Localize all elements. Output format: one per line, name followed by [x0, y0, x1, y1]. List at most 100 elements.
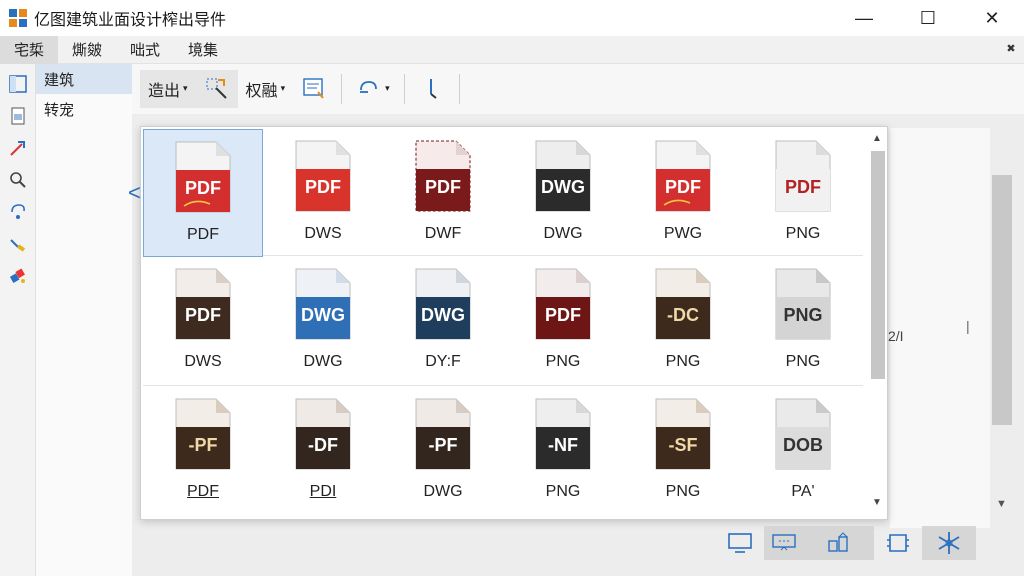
- gallery-scrollbar[interactable]: ▲ ▼: [867, 129, 887, 517]
- select-tool-button[interactable]: [195, 70, 238, 108]
- popup-back-icon[interactable]: <: [128, 180, 141, 206]
- file-badge-text: PDF: [425, 177, 461, 197]
- file-icon: PDF: [294, 139, 352, 213]
- frame-button[interactable]: [878, 526, 918, 560]
- rotate-icon: [360, 81, 377, 93]
- file-icon: DOB: [774, 397, 832, 471]
- rotate-dropdown-button[interactable]: ▾: [348, 70, 398, 108]
- side-scrollbar[interactable]: [992, 175, 1012, 425]
- file-badge-text: -NF: [548, 435, 578, 455]
- tree-item-building[interactable]: 建筑: [36, 64, 132, 94]
- file-type-icon: PDF: [535, 268, 591, 340]
- pointer-tool-icon[interactable]: [6, 136, 30, 160]
- format-label: DWG: [543, 225, 583, 242]
- format-option[interactable]: PDF PNG: [743, 129, 863, 257]
- format-option[interactable]: PDF PNG: [503, 257, 623, 387]
- format-option[interactable]: DWG DWG: [263, 257, 383, 387]
- snowflake-button[interactable]: [922, 526, 976, 560]
- format-label: DWG: [303, 353, 343, 370]
- file-type-icon: PDF: [415, 140, 471, 212]
- format-option[interactable]: DOB PA': [743, 387, 863, 517]
- window-title: 亿图建筑业面设计榨出导件: [34, 10, 227, 29]
- format-option[interactable]: DWG DY:F: [383, 257, 503, 387]
- close-button[interactable]: ✕: [960, 0, 1024, 36]
- format-label: PDI: [309, 483, 337, 500]
- format-option[interactable]: PDF DWS: [263, 129, 383, 257]
- format-option[interactable]: -PF DWG: [383, 387, 503, 517]
- screen-share-icon: [772, 534, 796, 551]
- file-type-icon: DWG: [535, 140, 591, 212]
- pen-tool-button[interactable]: [411, 70, 453, 108]
- menu-item-file[interactable]: 宅梊: [0, 35, 59, 64]
- pin-panel-button[interactable]: ✖: [1004, 42, 1018, 56]
- side-panel: [890, 128, 990, 528]
- format-option[interactable]: -PF PDF: [143, 387, 263, 517]
- screen-share-button[interactable]: [764, 526, 804, 560]
- maximize-button[interactable]: ☐: [896, 0, 960, 36]
- layout-icon[interactable]: [6, 72, 30, 96]
- file-type-icon: DWG: [415, 268, 471, 340]
- app-logo-icon: [9, 9, 27, 27]
- tree-item-secondary[interactable]: 转宠: [36, 94, 132, 124]
- file-badge-text: -DF: [308, 435, 338, 455]
- file-icon: PDF: [414, 139, 472, 213]
- file-type-icon: PDF: [175, 141, 231, 213]
- file-type-icon: -NF: [535, 398, 591, 470]
- format-label: PNG: [665, 483, 701, 500]
- minimize-button[interactable]: —: [832, 0, 896, 36]
- scroll-up-icon[interactable]: ▲: [867, 133, 887, 147]
- monitor-button[interactable]: [720, 526, 760, 560]
- page-icon[interactable]: [6, 104, 30, 128]
- monitor-icon: [728, 533, 752, 553]
- toolbar-divider: [403, 74, 405, 104]
- chevron-down-icon: ▾: [385, 84, 390, 94]
- file-icon: DWG: [534, 139, 592, 213]
- view-dropdown-button[interactable]: 权融 ▾: [238, 70, 294, 108]
- shapes-icon: [828, 532, 848, 552]
- file-icon: PDF: [534, 267, 592, 341]
- export-dropdown-button[interactable]: 造出 ▾: [140, 70, 196, 108]
- file-icon: -DC: [654, 267, 712, 341]
- file-icon: PDF: [174, 140, 232, 214]
- export-format-gallery: PDF PDF PDF DWS PDF DWF DWG DWG PDF PWG PDF PNG PDF D…: [140, 126, 888, 520]
- shapes-button[interactable]: [804, 526, 874, 560]
- side-label: 2/I: [888, 328, 904, 344]
- format-label: PNG: [665, 353, 701, 370]
- scroll-down-icon[interactable]: ▼: [867, 497, 887, 511]
- file-type-icon: -SF: [655, 398, 711, 470]
- file-type-icon: -DF: [295, 398, 351, 470]
- menu-item-edit[interactable]: 境集: [174, 36, 232, 64]
- fill-icon[interactable]: [6, 264, 30, 288]
- chevron-down-icon: ▾: [183, 84, 188, 94]
- file-type-icon: PDF: [295, 140, 351, 212]
- format-option[interactable]: PNG PNG: [743, 257, 863, 387]
- select-move-icon: [206, 78, 227, 99]
- format-option[interactable]: PDF DWF: [383, 129, 503, 257]
- file-icon: -PF: [174, 397, 232, 471]
- format-option[interactable]: DWG DWG: [503, 129, 623, 257]
- file-icon: PDF: [174, 267, 232, 341]
- file-badge-text: PDF: [545, 305, 581, 325]
- scroll-thumb[interactable]: [871, 151, 885, 379]
- format-label: PNG: [545, 483, 581, 500]
- menu-item-view[interactable]: 燍皴: [58, 36, 116, 64]
- file-type-icon: DOB: [775, 398, 831, 470]
- brush-icon[interactable]: [6, 232, 30, 256]
- format-option[interactable]: PDF PDF: [143, 129, 263, 257]
- pen-icon: [429, 79, 437, 99]
- properties-button[interactable]: [293, 70, 335, 108]
- format-option[interactable]: -DC PNG: [623, 257, 743, 387]
- menu-bar: 宅梊 燍皴 咄式 境集 ✖: [0, 35, 1024, 64]
- format-label: PDF: [187, 483, 219, 500]
- side-scroll-down-icon[interactable]: ▼: [996, 498, 1007, 510]
- menu-item-format[interactable]: 咄式: [116, 36, 174, 64]
- format-option[interactable]: -NF PNG: [503, 387, 623, 517]
- format-option[interactable]: PDF PWG: [623, 129, 743, 257]
- format-option[interactable]: -DF PDI: [263, 387, 383, 517]
- view-label: 权融: [245, 81, 278, 100]
- lasso-icon[interactable]: [6, 200, 30, 224]
- format-option[interactable]: PDF DWS: [143, 257, 263, 387]
- file-icon: -SF: [654, 397, 712, 471]
- zoom-icon[interactable]: [6, 168, 30, 192]
- format-option[interactable]: -SF PNG: [623, 387, 743, 517]
